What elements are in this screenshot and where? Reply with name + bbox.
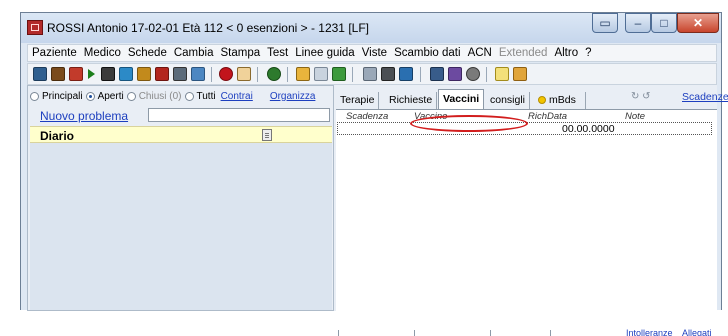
window-title: ROSSI Antonio 17-02-01 Età 112 < 0 esenz… — [47, 21, 369, 35]
filter-label-aperti: Aperti — [97, 90, 124, 102]
menu-item-scambio-dati[interactable]: Scambio dati — [394, 47, 460, 59]
menu-item-paziente[interactable]: Paziente — [32, 47, 77, 59]
bank-icon[interactable] — [51, 67, 65, 81]
menu-item-help[interactable]: ? — [585, 47, 591, 59]
minimize-button[interactable]: – — [625, 13, 651, 33]
toolbar-separator — [287, 67, 288, 82]
new-problem-row: Nuovo problema — [30, 108, 332, 124]
title-bar[interactable]: ROSSI Antonio 17-02-01 Età 112 < 0 esenz… — [21, 13, 721, 43]
tab-terapie[interactable]: Terapie — [336, 92, 380, 109]
problems-panel: Principali Aperti Chiusi (0) Tutti Contr… — [27, 85, 334, 311]
maximize-button[interactable]: □ — [651, 13, 677, 33]
contrai-link[interactable]: Contrai — [221, 91, 253, 102]
menu-item-altro[interactable]: Altro — [554, 47, 578, 59]
filter-label-principali: Principali — [42, 90, 83, 102]
column-header-scadenza[interactable]: Scadenza — [346, 111, 388, 122]
tab-mbds-label: mBds — [549, 94, 576, 106]
organizza-link[interactable]: Organizza — [270, 91, 316, 102]
bottom-tab[interactable] — [550, 330, 591, 336]
grid-header: Scadenza Vaccino RichData Note — [336, 110, 717, 122]
new-problem-input[interactable] — [148, 108, 330, 122]
document-icon[interactable] — [262, 129, 272, 141]
calendar-icon[interactable] — [191, 67, 205, 81]
menu-item-cambia[interactable]: Cambia — [174, 47, 214, 59]
filter-label-tutti: Tutti — [196, 90, 216, 102]
chart-edit-icon[interactable] — [173, 67, 187, 81]
restore-button[interactable]: ▭ — [592, 13, 618, 33]
menu-item-medico[interactable]: Medico — [84, 47, 121, 59]
family-icon[interactable] — [137, 67, 151, 81]
hand-icon[interactable] — [237, 67, 251, 81]
copy-icon[interactable] — [363, 67, 377, 81]
menu-item-acn[interactable]: ACN — [468, 47, 492, 59]
syringe-icon[interactable] — [296, 67, 310, 81]
refresh-arrows-icon[interactable]: ↻ ↺ — [631, 91, 651, 102]
toolbar — [27, 63, 717, 85]
grid-icon[interactable] — [430, 67, 444, 81]
menu-item-test[interactable]: Test — [267, 47, 288, 59]
problem-filters: Principali Aperti Chiusi (0) Tutti Contr… — [30, 89, 315, 103]
document-list-icon[interactable] — [101, 67, 115, 81]
column-header-note[interactable]: Note — [625, 111, 645, 122]
pills-icon[interactable] — [155, 67, 169, 81]
toolbar-separator — [211, 67, 212, 82]
network-icon[interactable] — [399, 67, 413, 81]
bottom-tab-strip: Intolleranze Allegati — [338, 328, 719, 336]
person-icon[interactable] — [267, 67, 281, 81]
alert-icon[interactable] — [219, 67, 233, 81]
radio-tutti[interactable] — [184, 91, 194, 101]
close-button[interactable]: ✕ — [677, 13, 719, 33]
intolleranze-link[interactable]: Intolleranze — [626, 328, 673, 336]
annotation-circle — [410, 115, 528, 132]
problems-list-area — [30, 143, 332, 310]
radio-principali[interactable] — [30, 91, 39, 101]
phone-icon[interactable] — [466, 67, 480, 81]
filter-icon[interactable] — [119, 67, 133, 81]
toolbar-separator — [352, 67, 353, 82]
scadenze-link[interactable]: Scadenze — [682, 91, 728, 103]
column-header-richdata[interactable]: RichData — [528, 111, 567, 122]
toolbar-separator — [486, 67, 487, 82]
app-logo-icon — [27, 20, 43, 35]
spreadsheet-icon[interactable] — [332, 67, 346, 81]
mail-edit-icon[interactable] — [448, 67, 462, 81]
radio-chiusi — [126, 91, 136, 101]
printer-icon[interactable] — [381, 67, 395, 81]
vaccini-grid: Scadenza Vaccino RichData Note 00.00.000… — [336, 109, 717, 336]
allegati-link[interactable]: Allegati — [682, 328, 712, 336]
radio-aperti[interactable] — [85, 91, 95, 101]
bottom-tab[interactable] — [414, 330, 491, 336]
play-icon[interactable] — [88, 69, 95, 79]
diario-label: Diario — [40, 129, 75, 143]
help-icon[interactable] — [495, 67, 509, 81]
toolbar-separator — [257, 67, 258, 82]
bottom-tab[interactable] — [338, 330, 415, 336]
filter-label-chiusi: Chiusi (0) — [138, 90, 182, 102]
app-window: ROSSI Antonio 17-02-01 Età 112 < 0 esenz… — [20, 12, 728, 336]
richdata-cell: 00.00.0000 — [562, 123, 615, 135]
detail-tabs: Terapie Richieste Vaccini consigli mBds … — [334, 85, 728, 109]
tab-vaccini[interactable]: Vaccini — [438, 89, 485, 109]
tab-mbds[interactable]: mBds — [534, 92, 586, 109]
scale-icon[interactable] — [69, 67, 83, 81]
new-problem-link[interactable]: Nuovo problema — [40, 109, 128, 123]
menu-item-schede[interactable]: Schede — [128, 47, 167, 59]
tab-consigli[interactable]: consigli — [486, 92, 531, 109]
detail-panel: Terapie Richieste Vaccini consigli mBds … — [334, 85, 728, 336]
menu-item-linee-guida[interactable]: Linee guida — [295, 47, 354, 59]
toolbar-separator — [420, 67, 421, 82]
menu-bar: Paziente Medico Schede Cambia Stampa Tes… — [27, 44, 717, 62]
diario-row[interactable]: Diario — [30, 126, 332, 143]
menu-item-viste[interactable]: Viste — [362, 47, 387, 59]
menu-item-stampa[interactable]: Stampa — [221, 47, 261, 59]
table-icon[interactable] — [314, 67, 328, 81]
bottom-tab[interactable] — [490, 330, 551, 336]
patient-card-icon[interactable] — [33, 67, 47, 81]
status-dot-icon — [538, 96, 546, 104]
info-icon[interactable] — [513, 67, 527, 81]
menu-item-extended: Extended — [498, 47, 548, 59]
tab-richieste[interactable]: Richieste — [385, 92, 438, 109]
